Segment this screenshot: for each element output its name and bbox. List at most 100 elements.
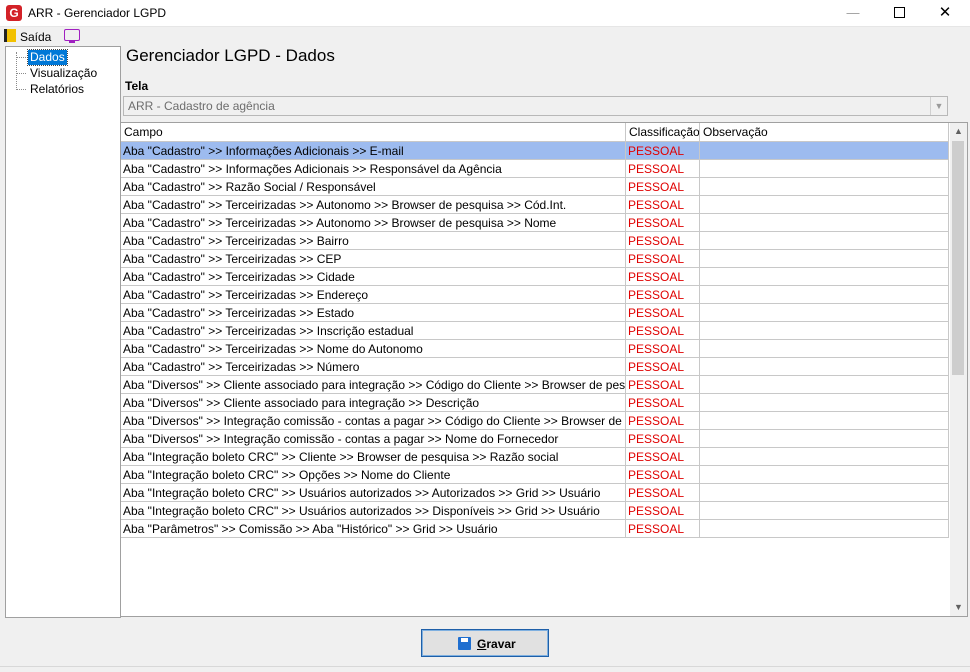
- column-header-campo[interactable]: Campo: [121, 123, 626, 141]
- maximize-button[interactable]: [876, 0, 922, 26]
- table-row[interactable]: Aba "Cadastro" >> Terceirizadas >> Númer…: [121, 358, 949, 376]
- chevron-down-icon[interactable]: ▼: [930, 97, 947, 115]
- table-row[interactable]: Aba "Cadastro" >> Terceirizadas >> Auton…: [121, 214, 949, 232]
- cell-observacao[interactable]: [700, 448, 949, 466]
- cell-classificacao[interactable]: PESSOAL: [626, 484, 700, 502]
- cell-campo[interactable]: Aba "Diversos" >> Integração comissão - …: [121, 430, 626, 448]
- cell-observacao[interactable]: [700, 160, 949, 178]
- table-row[interactable]: Aba "Cadastro" >> Razão Social / Respons…: [121, 178, 949, 196]
- cell-observacao[interactable]: [700, 232, 949, 250]
- cell-campo[interactable]: Aba "Cadastro" >> Terceirizadas >> Inscr…: [121, 322, 626, 340]
- cell-observacao[interactable]: [700, 250, 949, 268]
- cell-campo[interactable]: Aba "Cadastro" >> Terceirizadas >> Nome …: [121, 340, 626, 358]
- cell-campo[interactable]: Aba "Integração boleto CRC" >> Usuários …: [121, 502, 626, 520]
- cell-classificacao[interactable]: PESSOAL: [626, 322, 700, 340]
- cell-observacao[interactable]: [700, 268, 949, 286]
- scrollbar-thumb[interactable]: [952, 141, 964, 375]
- table-row[interactable]: Aba "Diversos" >> Integração comissão - …: [121, 412, 949, 430]
- cell-classificacao[interactable]: PESSOAL: [626, 466, 700, 484]
- close-button[interactable]: ✕: [922, 0, 968, 26]
- table-row[interactable]: Aba "Cadastro" >> Terceirizadas >> Cidad…: [121, 268, 949, 286]
- cell-classificacao[interactable]: PESSOAL: [626, 142, 700, 160]
- table-row[interactable]: Aba "Cadastro" >> Terceirizadas >> Estad…: [121, 304, 949, 322]
- column-header-classificacao[interactable]: Classificação: [626, 123, 700, 141]
- table-row[interactable]: Aba "Cadastro" >> Terceirizadas >> Ender…: [121, 286, 949, 304]
- cell-classificacao[interactable]: PESSOAL: [626, 160, 700, 178]
- table-row[interactable]: Aba "Diversos" >> Cliente associado para…: [121, 394, 949, 412]
- column-header-observacao[interactable]: Observação: [700, 123, 949, 141]
- cell-campo[interactable]: Aba "Cadastro" >> Informações Adicionais…: [121, 160, 626, 178]
- table-row[interactable]: Aba "Cadastro" >> Terceirizadas >> Auton…: [121, 196, 949, 214]
- cell-campo[interactable]: Aba "Integração boleto CRC" >> Cliente >…: [121, 448, 626, 466]
- cell-campo[interactable]: Aba "Cadastro" >> Terceirizadas >> Estad…: [121, 304, 626, 322]
- scroll-up-icon[interactable]: ▲: [950, 123, 967, 140]
- tela-select[interactable]: ARR - Cadastro de agência ▼: [123, 96, 948, 116]
- cell-observacao[interactable]: [700, 196, 949, 214]
- table-row[interactable]: Aba "Integração boleto CRC" >> Usuários …: [121, 484, 949, 502]
- cell-observacao[interactable]: [700, 412, 949, 430]
- table-row[interactable]: Aba "Parâmetros" >> Comissão >> Aba "His…: [121, 520, 949, 538]
- table-row[interactable]: Aba "Cadastro" >> Terceirizadas >> Bairr…: [121, 232, 949, 250]
- cell-observacao[interactable]: [700, 304, 949, 322]
- cell-observacao[interactable]: [700, 340, 949, 358]
- table-row[interactable]: Aba "Cadastro" >> Informações Adicionais…: [121, 142, 949, 160]
- table-row[interactable]: Aba "Cadastro" >> Terceirizadas >> CEP PE…: [121, 250, 949, 268]
- cell-classificacao[interactable]: PESSOAL: [626, 286, 700, 304]
- table-row[interactable]: Aba "Integração boleto CRC" >> Usuários …: [121, 502, 949, 520]
- cell-campo[interactable]: Aba "Parâmetros" >> Comissão >> Aba "His…: [121, 520, 626, 538]
- cell-classificacao[interactable]: PESSOAL: [626, 214, 700, 232]
- table-row[interactable]: Aba "Integração boleto CRC" >> Opções >>…: [121, 466, 949, 484]
- cell-observacao[interactable]: [700, 178, 949, 196]
- cell-observacao[interactable]: [700, 214, 949, 232]
- cell-classificacao[interactable]: PESSOAL: [626, 304, 700, 322]
- cell-observacao[interactable]: [700, 520, 949, 538]
- cell-classificacao[interactable]: PESSOAL: [626, 232, 700, 250]
- cell-observacao[interactable]: [700, 394, 949, 412]
- cell-campo[interactable]: Aba "Cadastro" >> Terceirizadas >> CEP: [121, 250, 626, 268]
- cell-observacao[interactable]: [700, 502, 949, 520]
- cell-campo[interactable]: Aba "Cadastro" >> Razão Social / Respons…: [121, 178, 626, 196]
- table-row[interactable]: Aba "Diversos" >> Integração comissão - …: [121, 430, 949, 448]
- cell-classificacao[interactable]: PESSOAL: [626, 502, 700, 520]
- cell-classificacao[interactable]: PESSOAL: [626, 394, 700, 412]
- cell-classificacao[interactable]: PESSOAL: [626, 520, 700, 538]
- cell-observacao[interactable]: [700, 142, 949, 160]
- scroll-down-icon[interactable]: ▼: [950, 599, 967, 616]
- cell-observacao[interactable]: [700, 466, 949, 484]
- cell-classificacao[interactable]: PESSOAL: [626, 196, 700, 214]
- minimize-button[interactable]: —: [830, 0, 876, 26]
- cell-campo[interactable]: Aba "Cadastro" >> Terceirizadas >> Bairr…: [121, 232, 626, 250]
- exit-menu-item[interactable]: Saída: [4, 27, 51, 45]
- table-row[interactable]: Aba "Cadastro" >> Terceirizadas >> Nome …: [121, 340, 949, 358]
- cell-classificacao[interactable]: PESSOAL: [626, 268, 700, 286]
- cell-campo[interactable]: Aba "Cadastro" >> Terceirizadas >> Cidad…: [121, 268, 626, 286]
- cell-observacao[interactable]: [700, 430, 949, 448]
- cell-campo[interactable]: Aba "Cadastro" >> Terceirizadas >> Númer…: [121, 358, 626, 376]
- cell-observacao[interactable]: [700, 286, 949, 304]
- cell-campo[interactable]: Aba "Diversos" >> Integração comissão - …: [121, 412, 626, 430]
- cell-campo[interactable]: Aba "Integração boleto CRC" >> Opções >>…: [121, 466, 626, 484]
- cell-classificacao[interactable]: PESSOAL: [626, 250, 700, 268]
- cell-campo[interactable]: Aba "Cadastro" >> Informações Adicionais…: [121, 142, 626, 160]
- cell-classificacao[interactable]: PESSOAL: [626, 358, 700, 376]
- cell-campo[interactable]: Aba "Cadastro" >> Terceirizadas >> Auton…: [121, 214, 626, 232]
- table-row[interactable]: Aba "Cadastro" >> Informações Adicionais…: [121, 160, 949, 178]
- cell-campo[interactable]: Aba "Cadastro" >> Terceirizadas >> Ender…: [121, 286, 626, 304]
- cell-classificacao[interactable]: PESSOAL: [626, 448, 700, 466]
- cell-campo[interactable]: Aba "Diversos" >> Cliente associado para…: [121, 394, 626, 412]
- cell-classificacao[interactable]: PESSOAL: [626, 340, 700, 358]
- cell-observacao[interactable]: [700, 376, 949, 394]
- cell-observacao[interactable]: [700, 484, 949, 502]
- cell-campo[interactable]: Aba "Integração boleto CRC" >> Usuários …: [121, 484, 626, 502]
- save-button[interactable]: Gravar: [421, 629, 549, 657]
- cell-classificacao[interactable]: PESSOAL: [626, 412, 700, 430]
- cell-classificacao[interactable]: PESSOAL: [626, 430, 700, 448]
- cell-observacao[interactable]: [700, 322, 949, 340]
- monitor-icon[interactable]: [64, 29, 80, 43]
- cell-classificacao[interactable]: PESSOAL: [626, 376, 700, 394]
- table-row[interactable]: Aba "Cadastro" >> Terceirizadas >> Inscr…: [121, 322, 949, 340]
- cell-campo[interactable]: Aba "Diversos" >> Cliente associado para…: [121, 376, 626, 394]
- cell-observacao[interactable]: [700, 358, 949, 376]
- cell-campo[interactable]: Aba "Cadastro" >> Terceirizadas >> Auton…: [121, 196, 626, 214]
- table-row[interactable]: Aba "Diversos" >> Cliente associado para…: [121, 376, 949, 394]
